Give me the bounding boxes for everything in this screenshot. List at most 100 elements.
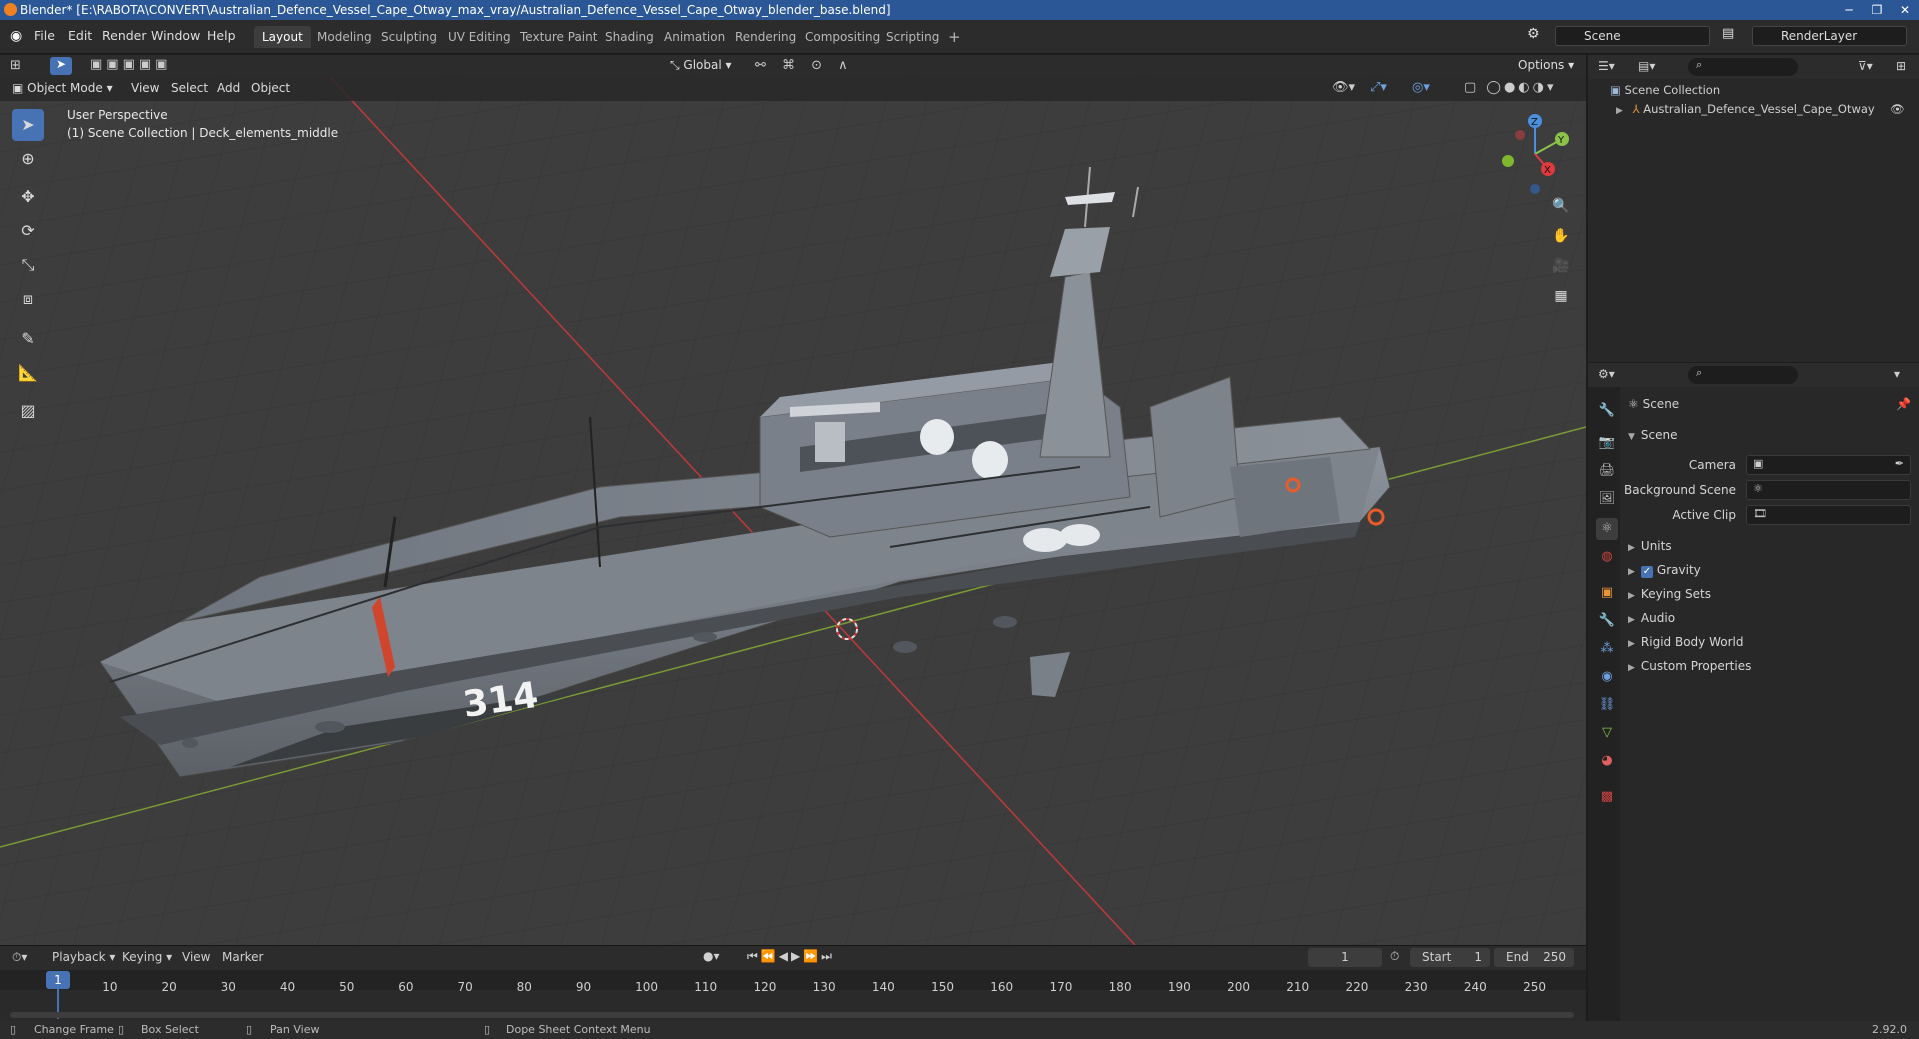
menu-file[interactable]: File	[34, 28, 55, 43]
playback-menu[interactable]: Playback ▾	[52, 950, 115, 964]
tab-texture-paint[interactable]: Texture Paint	[512, 26, 605, 48]
orientation-dropdown[interactable]: ⤡ Global ▾	[670, 58, 732, 73]
expand-arrow-icon[interactable]: ▶	[1616, 106, 1623, 116]
playhead-frame[interactable]: 1	[46, 971, 70, 989]
panel-rigid-body-world[interactable]: ▶ Rigid Body World	[1628, 635, 1743, 649]
menu-window[interactable]: Window	[151, 28, 200, 43]
tool-tab-icon[interactable]: 🔧	[1596, 400, 1618, 422]
shading-mode-icons[interactable]: ▢ ◯●◐◑▾	[1464, 80, 1557, 95]
properties-options-icon[interactable]: ▾	[1894, 367, 1900, 381]
3d-viewport[interactable]: 314 User Perspective (1) Scene Collectio…	[0, 77, 1586, 945]
outliner-row-scene-collection[interactable]: ▣ Scene Collection	[1610, 83, 1720, 97]
clock-icon[interactable]: ⏱	[1390, 949, 1399, 964]
tab-sculpting[interactable]: Sculpting	[373, 26, 445, 48]
eye-visibility-icon[interactable]: 👁	[1890, 102, 1905, 116]
timeline-editor-icon[interactable]: ⏱▾	[12, 950, 27, 965]
add-workspace-icon[interactable]: +	[940, 26, 969, 48]
start-frame-field[interactable]: Start 1	[1410, 948, 1490, 967]
menu-render[interactable]: Render	[102, 28, 147, 43]
measure-tool-icon[interactable]: 📐	[12, 357, 44, 389]
menu-help[interactable]: Help	[207, 28, 236, 43]
end-frame-field[interactable]: End 250	[1494, 948, 1574, 967]
timeline-view-menu[interactable]: View	[182, 950, 210, 964]
world-tab-icon[interactable]: ◍	[1596, 546, 1618, 568]
panel-audio[interactable]: ▶ Audio	[1628, 611, 1675, 625]
tab-shading[interactable]: Shading	[597, 26, 662, 48]
current-frame-field[interactable]: 1	[1308, 948, 1382, 967]
material-tab-icon[interactable]: ◕	[1596, 750, 1618, 772]
visibility-icon[interactable]: 👁▾	[1332, 80, 1355, 95]
marker-menu[interactable]: Marker	[222, 950, 263, 964]
gizmo-toggle-icon[interactable]: ⤢▾	[1370, 80, 1387, 95]
select-box-tool-icon[interactable]: ➤	[12, 109, 44, 141]
output-tab-icon[interactable]: 🖨	[1596, 460, 1618, 482]
particles-tab-icon[interactable]: ⁂	[1596, 638, 1618, 660]
render-tab-icon[interactable]: 📷	[1596, 432, 1618, 454]
constraints-tab-icon[interactable]: ⛓	[1596, 694, 1618, 716]
scene-selector-icon[interactable]: ⚙	[1527, 26, 1540, 42]
transform-tool-icon[interactable]: ⧈	[12, 283, 44, 315]
scene-section-header[interactable]: ▼ Scene	[1628, 428, 1678, 442]
tab-rendering[interactable]: Rendering	[727, 26, 804, 48]
record-icon[interactable]: ●▾	[703, 949, 720, 963]
tab-layout[interactable]: Layout	[254, 26, 311, 48]
background-scene-field[interactable]: ⚛	[1746, 480, 1911, 500]
selection-mode-icons[interactable]: ▣▣▣▣▣	[90, 57, 171, 72]
timeline-scrollbar[interactable]	[10, 1012, 1574, 1018]
minimize-button[interactable]: ─	[1835, 0, 1863, 20]
texture-tab-icon[interactable]: ▩	[1596, 786, 1618, 808]
gravity-checkbox[interactable]: ✓	[1640, 566, 1653, 578]
playback-controls[interactable]: ⏮⏪◀▶⏩⏭	[747, 949, 835, 964]
object-tab-icon[interactable]: ▣	[1596, 582, 1618, 604]
pin-icon[interactable]: 📌	[1896, 397, 1911, 411]
tab-animation[interactable]: Animation	[656, 26, 733, 48]
overlay-toggle-icon[interactable]: ◎▾	[1412, 80, 1430, 95]
zoom-icon[interactable]: 🔍	[1548, 193, 1574, 219]
camera-view-icon[interactable]: 🎥	[1548, 253, 1574, 279]
active-clip-field[interactable]: 🎞	[1746, 505, 1911, 525]
tab-compositing[interactable]: Compositing	[797, 26, 888, 48]
physics-tab-icon[interactable]: ◉	[1596, 666, 1618, 688]
panel-units[interactable]: ▶ Units	[1628, 539, 1672, 553]
new-collection-icon[interactable]: ⊞	[1896, 59, 1906, 73]
keying-menu[interactable]: Keying ▾	[122, 950, 172, 964]
scene-tab-icon[interactable]: ⚛	[1596, 518, 1618, 540]
view-layer-tab-icon[interactable]: 🖼	[1596, 488, 1618, 510]
cursor-tool-icon[interactable]: ⊕	[12, 143, 44, 175]
display-mode-icon[interactable]: ▤▾	[1638, 59, 1655, 73]
render-layer-field[interactable]: RenderLayer	[1752, 26, 1907, 46]
camera-field[interactable]: ▣ ✒	[1746, 455, 1911, 475]
scale-tool-icon[interactable]: ⤡	[12, 249, 44, 281]
maximize-button[interactable]: ❐	[1863, 0, 1891, 20]
annotate-tool-icon[interactable]: ✎	[12, 323, 44, 355]
mode-dropdown[interactable]: ▣ Object Mode ▾	[12, 81, 113, 95]
pan-hand-icon[interactable]: ✋	[1548, 223, 1574, 249]
tab-modeling[interactable]: Modeling	[309, 26, 380, 48]
select-tool-icon[interactable]: ➤	[50, 57, 72, 75]
object-menu[interactable]: Object	[251, 81, 290, 95]
outliner-row-object[interactable]: ▶ ⅄ Australian_Defence_Vessel_Cape_Otway…	[1616, 102, 1916, 116]
tab-scripting[interactable]: Scripting	[878, 26, 947, 48]
rotate-tool-icon[interactable]: ⟳	[12, 215, 44, 247]
tab-uv-editing[interactable]: UV Editing	[440, 26, 519, 48]
close-button[interactable]: ✕	[1891, 0, 1919, 20]
outliner-search-input[interactable]: ⌕	[1688, 58, 1798, 76]
outliner-editor-icon[interactable]: ☰▾	[1598, 59, 1615, 73]
blender-menu-icon[interactable]: ◉	[10, 28, 22, 44]
filter-icon[interactable]: ⊽▾	[1858, 59, 1873, 73]
select-menu[interactable]: Select	[171, 81, 208, 95]
modifier-tab-icon[interactable]: 🔧	[1596, 610, 1618, 632]
data-tab-icon[interactable]: ▽	[1596, 722, 1618, 744]
properties-editor-icon[interactable]: ⚙▾	[1598, 367, 1615, 381]
menu-edit[interactable]: Edit	[68, 28, 92, 43]
view-menu[interactable]: View	[131, 81, 159, 95]
options-dropdown[interactable]: Options ▾	[1518, 58, 1574, 72]
editor-type-icon[interactable]: ⊞	[10, 58, 21, 73]
render-layer-icon[interactable]: ▤	[1722, 26, 1734, 41]
move-tool-icon[interactable]: ✥	[12, 181, 44, 213]
panel-keying-sets[interactable]: ▶ Keying Sets	[1628, 587, 1711, 601]
navigation-gizmo[interactable]: Z Y X	[1490, 109, 1580, 199]
panel-gravity[interactable]: ▶ ✓ Gravity	[1628, 563, 1701, 578]
panel-custom-properties[interactable]: ▶ Custom Properties	[1628, 659, 1751, 673]
grid-view-icon[interactable]: ▦	[1548, 283, 1574, 309]
